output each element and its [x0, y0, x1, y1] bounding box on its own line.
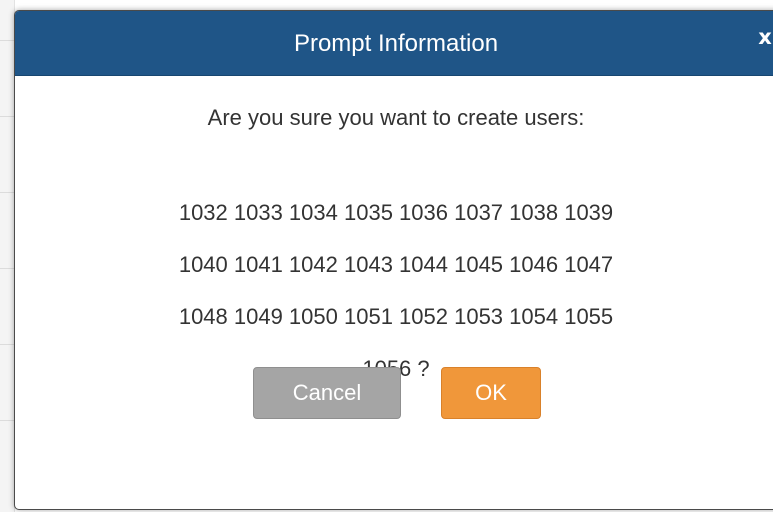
user-list-line: 1040 1041 1042 1043 1044 1045 1046 1047 — [178, 252, 614, 277]
background-row-divider — [0, 40, 14, 41]
ok-button[interactable]: OK — [441, 367, 541, 419]
dialog-title: Prompt Information — [293, 30, 499, 57]
user-list-line: 1048 1049 1050 1051 1052 1053 1054 1055 — [178, 304, 614, 329]
background-row-divider — [0, 116, 14, 117]
close-icon[interactable]: x — [753, 23, 773, 51]
user-list-line: 1032 1033 1034 1035 1036 1037 1038 1039 — [178, 200, 614, 225]
cancel-button[interactable]: Cancel — [253, 367, 401, 419]
prompt-dialog: Prompt Information x Are you sure you wa… — [14, 10, 773, 510]
background-row-divider — [0, 268, 14, 269]
background-row-divider — [0, 420, 14, 421]
background-row-divider — [0, 344, 14, 345]
background-row-divider — [0, 192, 14, 193]
background-page-edge — [0, 0, 15, 512]
dialog-titlebar: Prompt Information x — [15, 11, 773, 76]
confirm-question: Are you sure you want to create users: — [207, 105, 585, 130]
